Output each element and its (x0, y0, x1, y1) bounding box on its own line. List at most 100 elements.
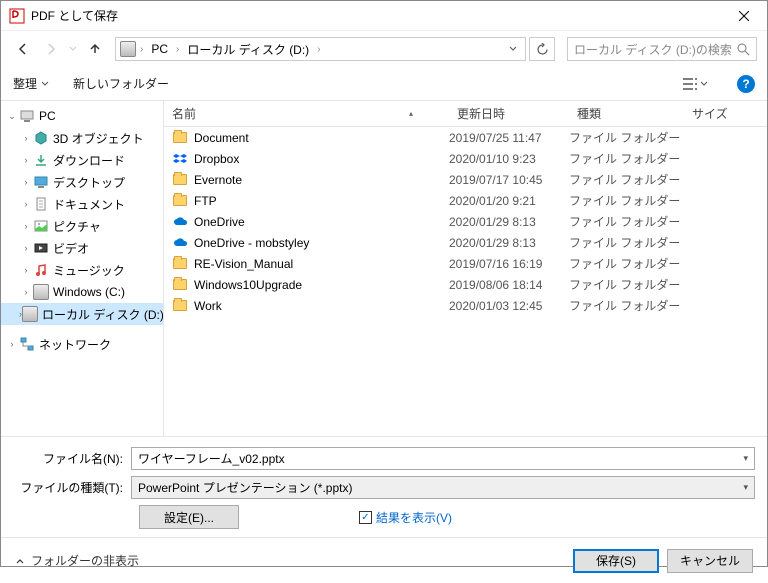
address-bar[interactable]: › PC › ローカル ディスク (D:) › (115, 37, 526, 61)
onedrive-icon (172, 235, 188, 251)
file-row[interactable]: Work2020/01/03 12:45ファイル フォルダー (164, 295, 767, 316)
tree-network[interactable]: ›ネットワーク (1, 333, 163, 355)
organize-button[interactable]: 整理 (13, 75, 49, 92)
checkbox-icon: ✓ (359, 511, 372, 524)
address-dropdown[interactable] (505, 45, 521, 53)
file-type: ファイル フォルダー (569, 150, 684, 167)
tree-local-d[interactable]: ›ローカル ディスク (D:) (1, 303, 163, 325)
column-date[interactable]: 更新日時 (449, 105, 569, 122)
folder-icon (172, 193, 188, 209)
search-input[interactable]: ローカル ディスク (D:)の検索 (567, 37, 757, 61)
toolbar: 整理 新しいフォルダー ? (1, 67, 767, 101)
videos-icon (33, 240, 49, 256)
file-row[interactable]: Dropbox2020/01/10 9:23ファイル フォルダー (164, 148, 767, 169)
folder-icon (172, 298, 188, 314)
onedrive-icon (172, 214, 188, 230)
column-type[interactable]: 種類 (569, 105, 684, 122)
filename-input[interactable]: ワイヤーフレーム_v02.pptx▾ (131, 447, 755, 470)
downloads-icon (33, 152, 49, 168)
tree-desktop[interactable]: ›デスクトップ (1, 171, 163, 193)
file-row[interactable]: Evernote2019/07/17 10:45ファイル フォルダー (164, 169, 767, 190)
file-date: 2019/07/16 16:19 (449, 257, 569, 271)
column-name[interactable]: 名前▴ (164, 105, 449, 122)
back-button[interactable] (11, 37, 35, 61)
file-name: Dropbox (194, 152, 449, 166)
file-type: ファイル フォルダー (569, 129, 684, 146)
tree-documents[interactable]: ›ドキュメント (1, 193, 163, 215)
3d-icon (33, 130, 49, 146)
file-row[interactable]: Document2019/07/25 11:47ファイル フォルダー (164, 127, 767, 148)
desktop-icon (33, 174, 49, 190)
column-headers: 名前▴ 更新日時 種類 サイズ (164, 101, 767, 127)
chevron-right-icon: › (176, 44, 179, 55)
file-date: 2019/07/25 11:47 (449, 131, 569, 145)
refresh-button[interactable] (529, 37, 555, 61)
help-button[interactable]: ? (737, 75, 755, 93)
file-name: OneDrive (194, 215, 449, 229)
up-button[interactable] (83, 37, 107, 61)
music-icon (33, 262, 49, 278)
file-type: ファイル フォルダー (569, 276, 684, 293)
chevron-right-icon: › (317, 44, 320, 55)
cancel-button[interactable]: キャンセル (667, 549, 753, 573)
file-date: 2020/01/20 9:21 (449, 194, 569, 208)
file-row[interactable]: RE-Vision_Manual2019/07/16 16:19ファイル フォル… (164, 253, 767, 274)
file-row[interactable]: OneDrive - mobstyley2020/01/29 8:13ファイル … (164, 232, 767, 253)
chevron-down-icon: ▾ (743, 482, 748, 493)
file-type: ファイル フォルダー (569, 255, 684, 272)
file-type: ファイル フォルダー (569, 192, 684, 209)
new-folder-button[interactable]: 新しいフォルダー (73, 75, 169, 92)
column-size[interactable]: サイズ (684, 105, 767, 122)
file-name: RE-Vision_Manual (194, 257, 449, 271)
settings-button[interactable]: 設定(E)... (139, 505, 239, 529)
navigation-tree: ⌄PC ›3D オブジェクト ›ダウンロード ›デスクトップ ›ドキュメント ›… (1, 101, 164, 436)
file-name: Work (194, 299, 449, 313)
window-title: PDF として保存 (31, 7, 721, 24)
forward-button[interactable] (39, 37, 63, 61)
recent-dropdown[interactable] (67, 37, 79, 61)
navigation-bar: › PC › ローカル ディスク (D:) › ローカル ディスク (D:)の検… (1, 31, 767, 67)
network-icon (19, 336, 35, 352)
save-options-pane: ファイル名(N): ワイヤーフレーム_v02.pptx▾ ファイルの種類(T):… (1, 436, 767, 537)
search-icon (737, 43, 750, 56)
view-options-button[interactable] (677, 74, 713, 94)
pictures-icon (33, 218, 49, 234)
close-button[interactable] (721, 1, 767, 31)
hide-folders-toggle[interactable]: フォルダーの非表示 (15, 552, 139, 569)
folder-icon (172, 130, 188, 146)
file-row[interactable]: FTP2020/01/20 9:21ファイル フォルダー (164, 190, 767, 211)
chevron-right-icon: › (140, 44, 143, 55)
app-icon (9, 8, 25, 24)
search-placeholder: ローカル ディスク (D:)の検索 (574, 41, 737, 58)
pc-icon (19, 108, 35, 124)
titlebar: PDF として保存 (1, 1, 767, 31)
tree-pc[interactable]: ⌄PC (1, 105, 163, 127)
chevron-down-icon: ▾ (743, 453, 748, 464)
file-type: ファイル フォルダー (569, 297, 684, 314)
breadcrumb-pc[interactable]: PC (147, 40, 172, 58)
filetype-select[interactable]: PowerPoint プレゼンテーション (*.pptx)▾ (131, 476, 755, 499)
drive-icon (22, 306, 38, 322)
file-list: 名前▴ 更新日時 種類 サイズ Document2019/07/25 11:47… (164, 101, 767, 436)
tree-pictures[interactable]: ›ピクチャ (1, 215, 163, 237)
drive-icon (33, 284, 49, 300)
file-date: 2020/01/10 9:23 (449, 152, 569, 166)
save-button[interactable]: 保存(S) (573, 549, 659, 573)
file-type: ファイル フォルダー (569, 234, 684, 251)
show-result-checkbox[interactable]: ✓結果を表示(V) (359, 509, 452, 526)
filename-label: ファイル名(N): (13, 450, 131, 467)
folder-icon (172, 256, 188, 272)
file-row[interactable]: OneDrive2020/01/29 8:13ファイル フォルダー (164, 211, 767, 232)
tree-windows-c[interactable]: ›Windows (C:) (1, 281, 163, 303)
dialog-footer: フォルダーの非表示 保存(S) キャンセル (1, 537, 767, 583)
file-name: OneDrive - mobstyley (194, 236, 449, 250)
sort-indicator-icon: ▴ (409, 109, 413, 118)
breadcrumb-drive[interactable]: ローカル ディスク (D:) (183, 39, 313, 60)
tree-downloads[interactable]: ›ダウンロード (1, 149, 163, 171)
tree-music[interactable]: ›ミュージック (1, 259, 163, 281)
tree-videos[interactable]: ›ビデオ (1, 237, 163, 259)
tree-3d-objects[interactable]: ›3D オブジェクト (1, 127, 163, 149)
file-name: Document (194, 131, 449, 145)
file-row[interactable]: Windows10Upgrade2019/08/06 18:14ファイル フォル… (164, 274, 767, 295)
file-date: 2019/07/17 10:45 (449, 173, 569, 187)
